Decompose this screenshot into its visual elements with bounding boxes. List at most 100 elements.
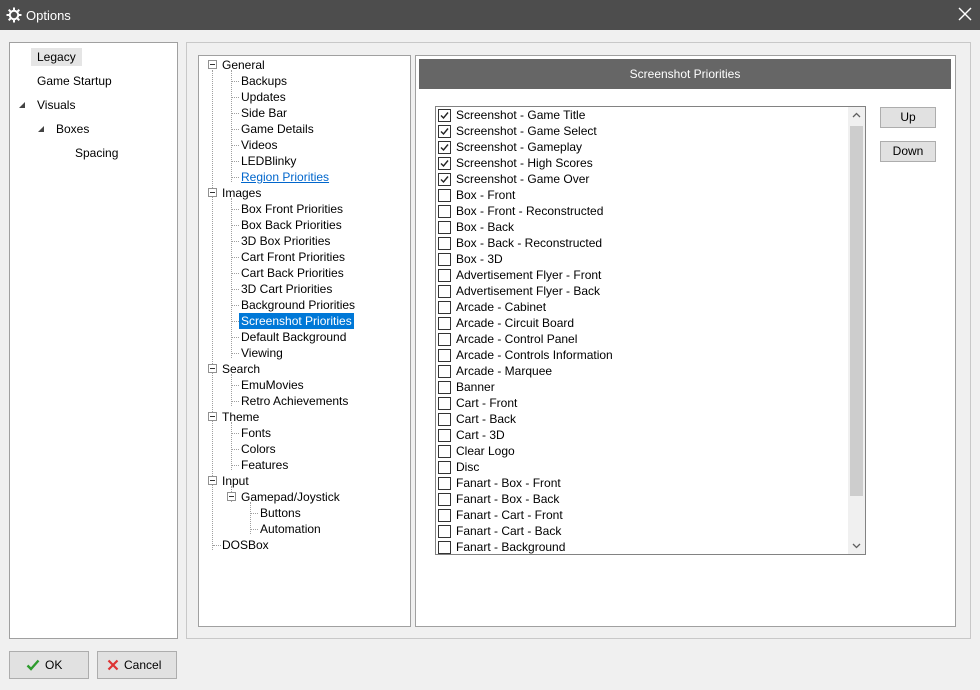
checkbox[interactable] bbox=[438, 333, 451, 346]
tree-item-search[interactable]: Search bbox=[222, 361, 260, 377]
tree-item-spacing[interactable]: Spacing bbox=[75, 144, 118, 162]
tree-item-fonts[interactable]: Fonts bbox=[241, 425, 271, 441]
checkbox[interactable] bbox=[438, 237, 451, 250]
checkbox[interactable] bbox=[438, 397, 451, 410]
tree-item-3d-box-priorities[interactable]: 3D Box Priorities bbox=[241, 233, 330, 249]
tree-item-automation[interactable]: Automation bbox=[260, 521, 321, 537]
list-item-label: Arcade - Circuit Board bbox=[456, 316, 575, 330]
checkbox[interactable] bbox=[438, 253, 451, 266]
checkbox[interactable] bbox=[438, 429, 451, 442]
tree-item-features[interactable]: Features bbox=[241, 457, 288, 473]
expand-triangle-icon[interactable] bbox=[18, 101, 26, 109]
collapse-icon[interactable] bbox=[208, 412, 217, 421]
tree-item-input[interactable]: Input bbox=[222, 473, 249, 489]
checkbox[interactable] bbox=[438, 317, 451, 330]
checkbox[interactable] bbox=[438, 109, 451, 122]
checkmark-icon bbox=[440, 112, 449, 120]
tree-item-default-background[interactable]: Default Background bbox=[241, 329, 346, 345]
collapse-icon[interactable] bbox=[208, 188, 217, 197]
tree-item-images[interactable]: Images bbox=[222, 185, 261, 201]
tree-item-colors[interactable]: Colors bbox=[241, 441, 276, 457]
list-item-label: Screenshot - Game Title bbox=[456, 108, 586, 122]
down-button[interactable]: Down bbox=[880, 141, 936, 162]
vertical-scrollbar[interactable] bbox=[848, 107, 865, 554]
tree-item-box-back-priorities[interactable]: Box Back Priorities bbox=[241, 217, 342, 233]
list-item-label: Arcade - Marquee bbox=[456, 364, 553, 378]
window-title: Options bbox=[26, 8, 71, 23]
checkbox[interactable] bbox=[438, 141, 451, 154]
tree-item-box-front-priorities[interactable]: Box Front Priorities bbox=[241, 201, 343, 217]
tree-item-gamepad-joystick[interactable]: Gamepad/Joystick bbox=[241, 489, 340, 505]
tree-item-ledblinky[interactable]: LEDBlinky bbox=[241, 153, 296, 169]
tree-item-game-details[interactable]: Game Details bbox=[241, 121, 314, 137]
tree-item-region-priorities[interactable]: Region Priorities bbox=[241, 169, 329, 185]
tree-item-backups[interactable]: Backups bbox=[241, 73, 287, 89]
priorities-list[interactable]: Screenshot - Game Title Screenshot - Game… bbox=[435, 106, 866, 555]
checkbox[interactable] bbox=[438, 221, 451, 234]
list-item-label: Banner bbox=[456, 380, 495, 394]
cancel-button[interactable]: Cancel bbox=[97, 651, 177, 679]
settings-tree[interactable]: Legacy Game Startup Visuals Boxes Spacin… bbox=[9, 42, 178, 639]
ok-button[interactable]: OK bbox=[9, 651, 89, 679]
checkbox[interactable] bbox=[438, 445, 451, 458]
expand-triangle-icon[interactable] bbox=[37, 125, 45, 133]
list-item-label: Cart - Front bbox=[456, 396, 518, 410]
checkbox[interactable] bbox=[438, 413, 451, 426]
list-item-label: Box - Back - Reconstructed bbox=[456, 236, 603, 250]
tree-item-updates[interactable]: Updates bbox=[241, 89, 286, 105]
checkbox[interactable] bbox=[438, 269, 451, 282]
tree-item-cart-front-priorities[interactable]: Cart Front Priorities bbox=[241, 249, 345, 265]
checkbox[interactable] bbox=[438, 285, 451, 298]
collapse-icon[interactable] bbox=[208, 476, 217, 485]
list-item-label: Fanart - Cart - Back bbox=[456, 524, 562, 538]
collapse-icon[interactable] bbox=[208, 364, 217, 373]
tree-item-videos[interactable]: Videos bbox=[241, 137, 277, 153]
checkbox[interactable] bbox=[438, 477, 451, 490]
list-item-label: Screenshot - Gameplay bbox=[456, 140, 583, 154]
scroll-down-arrow-icon[interactable] bbox=[848, 537, 865, 554]
checkbox[interactable] bbox=[438, 461, 451, 474]
tree-item-screenshot-priorities[interactable]: Screenshot Priorities bbox=[239, 313, 354, 329]
checkbox[interactable] bbox=[438, 189, 451, 202]
tree-item-general[interactable]: General bbox=[222, 57, 265, 73]
list-item-label: Screenshot - Game Over bbox=[456, 172, 590, 186]
up-button[interactable]: Up bbox=[880, 107, 936, 128]
checkbox[interactable] bbox=[438, 157, 451, 170]
list-item-label: Arcade - Controls Information bbox=[456, 348, 613, 362]
tree-item-legacy[interactable]: Legacy bbox=[31, 48, 82, 66]
tree-item-theme[interactable]: Theme bbox=[222, 409, 259, 425]
tree-item-dosbox[interactable]: DOSBox bbox=[222, 537, 269, 553]
list-item-label: Arcade - Cabinet bbox=[456, 300, 547, 314]
collapse-icon[interactable] bbox=[227, 492, 236, 501]
tree-item-side-bar[interactable]: Side Bar bbox=[241, 105, 287, 121]
scroll-up-arrow-icon[interactable] bbox=[848, 107, 865, 124]
tree-item-boxes[interactable]: Boxes bbox=[56, 120, 89, 138]
checkbox[interactable] bbox=[438, 381, 451, 394]
checkbox[interactable] bbox=[438, 173, 451, 186]
checkbox[interactable] bbox=[438, 205, 451, 218]
tree-item-background-priorities[interactable]: Background Priorities bbox=[241, 297, 355, 313]
tree-item-viewing[interactable]: Viewing bbox=[241, 345, 283, 361]
checkbox[interactable] bbox=[438, 301, 451, 314]
tree-item-visuals[interactable]: Visuals bbox=[37, 96, 75, 114]
checkbox[interactable] bbox=[438, 525, 451, 538]
close-icon[interactable] bbox=[958, 7, 972, 21]
list-item-label: Advertisement Flyer - Front bbox=[456, 268, 602, 282]
checkbox[interactable] bbox=[438, 365, 451, 378]
checkbox[interactable] bbox=[438, 493, 451, 506]
tree-item-buttons[interactable]: Buttons bbox=[260, 505, 301, 521]
scroll-thumb[interactable] bbox=[850, 126, 863, 496]
checkbox[interactable] bbox=[438, 125, 451, 138]
options-tree[interactable]: General Backups Updates Side Bar Game Detail… bbox=[198, 55, 411, 627]
tree-item-cart-back-priorities[interactable]: Cart Back Priorities bbox=[241, 265, 344, 281]
tree-item-emumovies[interactable]: EmuMovies bbox=[241, 377, 304, 393]
checkbox[interactable] bbox=[438, 349, 451, 362]
checkmark-icon bbox=[440, 176, 449, 184]
collapse-icon[interactable] bbox=[208, 60, 217, 69]
tree-item-retro-achievements[interactable]: Retro Achievements bbox=[241, 393, 348, 409]
checkbox[interactable] bbox=[438, 541, 451, 554]
checkbox[interactable] bbox=[438, 509, 451, 522]
tree-item-3d-cart-priorities[interactable]: 3D Cart Priorities bbox=[241, 281, 332, 297]
tree-item-game-startup[interactable]: Game Startup bbox=[37, 72, 112, 90]
list-item-label: Clear Logo bbox=[456, 444, 515, 458]
